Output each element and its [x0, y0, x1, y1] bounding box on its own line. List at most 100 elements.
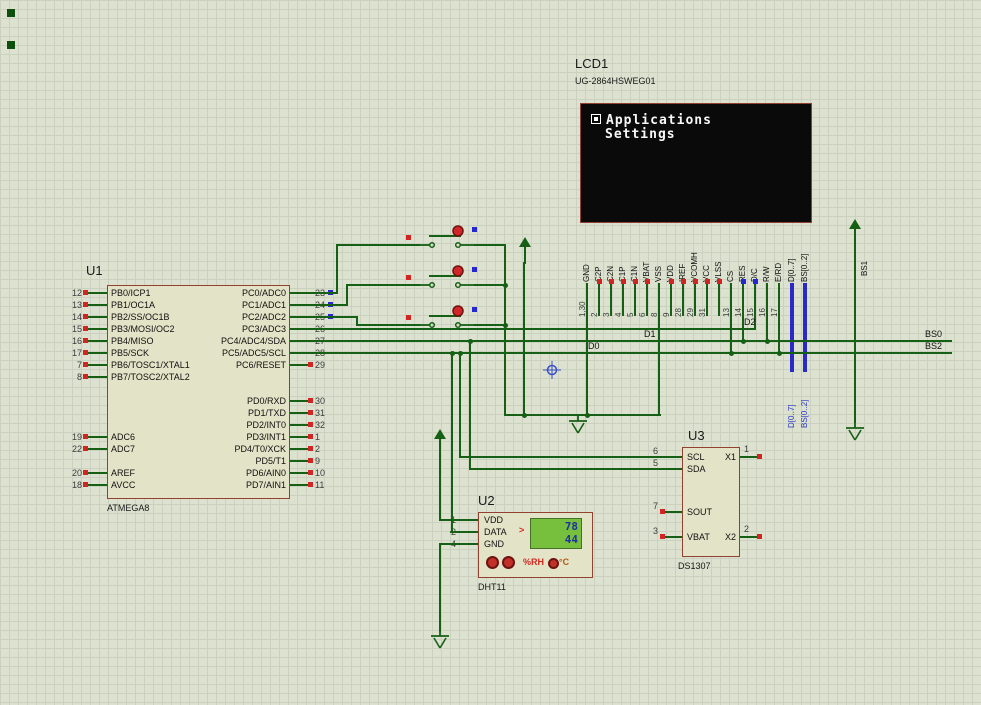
pin[interactable]: [87, 364, 107, 366]
pin[interactable]: [87, 316, 107, 318]
pin[interactable]: [290, 460, 310, 462]
pin[interactable]: [622, 283, 624, 316]
pin[interactable]: [598, 283, 600, 316]
pin[interactable]: [766, 283, 768, 342]
pin[interactable]: [290, 316, 310, 318]
pin[interactable]: [706, 283, 708, 316]
pin-number: 14: [56, 312, 82, 322]
wire[interactable]: [439, 543, 441, 632]
wire[interactable]: [451, 352, 453, 533]
pin[interactable]: [290, 292, 310, 294]
pin[interactable]: [634, 283, 636, 316]
ground-symbol[interactable]: [428, 630, 452, 650]
wire[interactable]: [474, 284, 506, 286]
wire[interactable]: [337, 244, 420, 246]
pin[interactable]: [290, 484, 310, 486]
power-arrow-icon[interactable]: [848, 218, 862, 246]
pin-number: 9: [315, 456, 320, 466]
pin[interactable]: [87, 292, 107, 294]
pin-name: X2: [712, 532, 736, 542]
pin[interactable]: [290, 328, 310, 330]
pin[interactable]: [460, 531, 478, 533]
push-button-1[interactable]: [418, 225, 474, 251]
wire[interactable]: [347, 284, 420, 286]
wire[interactable]: [336, 244, 338, 294]
pin[interactable]: [87, 436, 107, 438]
pin-number: 12: [56, 288, 82, 298]
pin[interactable]: [87, 328, 107, 330]
ground-symbol[interactable]: [566, 415, 590, 435]
pin[interactable]: [662, 468, 682, 470]
pin[interactable]: [87, 304, 107, 306]
wire[interactable]: [460, 456, 662, 458]
pin[interactable]: [87, 340, 107, 342]
net-label-d0: D0: [588, 341, 600, 351]
pin[interactable]: [662, 536, 682, 538]
wire[interactable]: [474, 244, 506, 246]
pin[interactable]: [670, 283, 672, 316]
pin[interactable]: [778, 283, 780, 354]
unconnected-pin-marker: [406, 315, 411, 320]
pin[interactable]: [290, 436, 310, 438]
pin[interactable]: [682, 283, 684, 316]
pin[interactable]: [290, 424, 310, 426]
pin-number: 10: [315, 468, 325, 478]
wire[interactable]: [440, 543, 462, 545]
schematic-canvas[interactable]: U1 ATMEGA8 12 PB0/ICP1 13 PB1/OC1A 14 PB…: [0, 0, 981, 705]
pin[interactable]: [662, 456, 682, 458]
dht11-humidity-value: 78: [532, 521, 578, 533]
pin[interactable]: [290, 304, 310, 306]
pin[interactable]: [460, 519, 478, 521]
power-arrow-icon[interactable]: [433, 428, 447, 454]
unconnected-pin-marker: [308, 470, 313, 475]
wire[interactable]: [474, 324, 506, 326]
wire[interactable]: [854, 245, 856, 423]
power-arrow-icon[interactable]: [518, 236, 532, 264]
pin[interactable]: [87, 472, 107, 474]
pin-name: VCOMH: [689, 224, 701, 282]
pin-name: ADC7: [111, 444, 135, 454]
pin[interactable]: [718, 283, 720, 316]
wire[interactable]: [439, 452, 441, 521]
pin[interactable]: [610, 283, 612, 316]
wire[interactable]: [504, 244, 506, 416]
pin[interactable]: [694, 283, 696, 316]
humidity-unit-label: %RH: [523, 557, 544, 567]
wire[interactable]: [469, 340, 471, 470]
pin[interactable]: [290, 400, 310, 402]
pin[interactable]: [646, 283, 648, 316]
wire[interactable]: [310, 328, 755, 330]
wire[interactable]: [470, 468, 662, 470]
wire[interactable]: [310, 304, 348, 306]
wire[interactable]: [310, 292, 338, 294]
pin-name: PB5/SCK: [111, 348, 149, 358]
pin[interactable]: [290, 352, 310, 354]
wire[interactable]: [357, 324, 420, 326]
pin[interactable]: [87, 484, 107, 486]
wire[interactable]: [346, 284, 348, 306]
pin[interactable]: [87, 448, 107, 450]
pin[interactable]: [730, 283, 732, 354]
pin[interactable]: [290, 340, 310, 342]
bus-bs[interactable]: [803, 283, 807, 372]
ground-symbol[interactable]: [843, 422, 867, 442]
bus-d[interactable]: [790, 283, 794, 372]
pin[interactable]: [742, 283, 744, 342]
pin[interactable]: [290, 412, 310, 414]
wire[interactable]: [356, 316, 358, 326]
pin[interactable]: [290, 472, 310, 474]
pin[interactable]: [460, 543, 478, 545]
pin[interactable]: [662, 511, 682, 513]
u1-ref: U1: [86, 264, 103, 278]
junction-dot: [729, 351, 734, 356]
pin[interactable]: [290, 364, 310, 366]
pin[interactable]: [87, 352, 107, 354]
wire[interactable]: [310, 316, 358, 318]
push-button-2[interactable]: [418, 265, 474, 291]
pin[interactable]: [290, 448, 310, 450]
pin[interactable]: [87, 376, 107, 378]
net-label-d1: D1: [644, 329, 656, 339]
wire[interactable]: [459, 352, 461, 458]
pin[interactable]: [658, 283, 660, 416]
wire[interactable]: [523, 262, 525, 416]
